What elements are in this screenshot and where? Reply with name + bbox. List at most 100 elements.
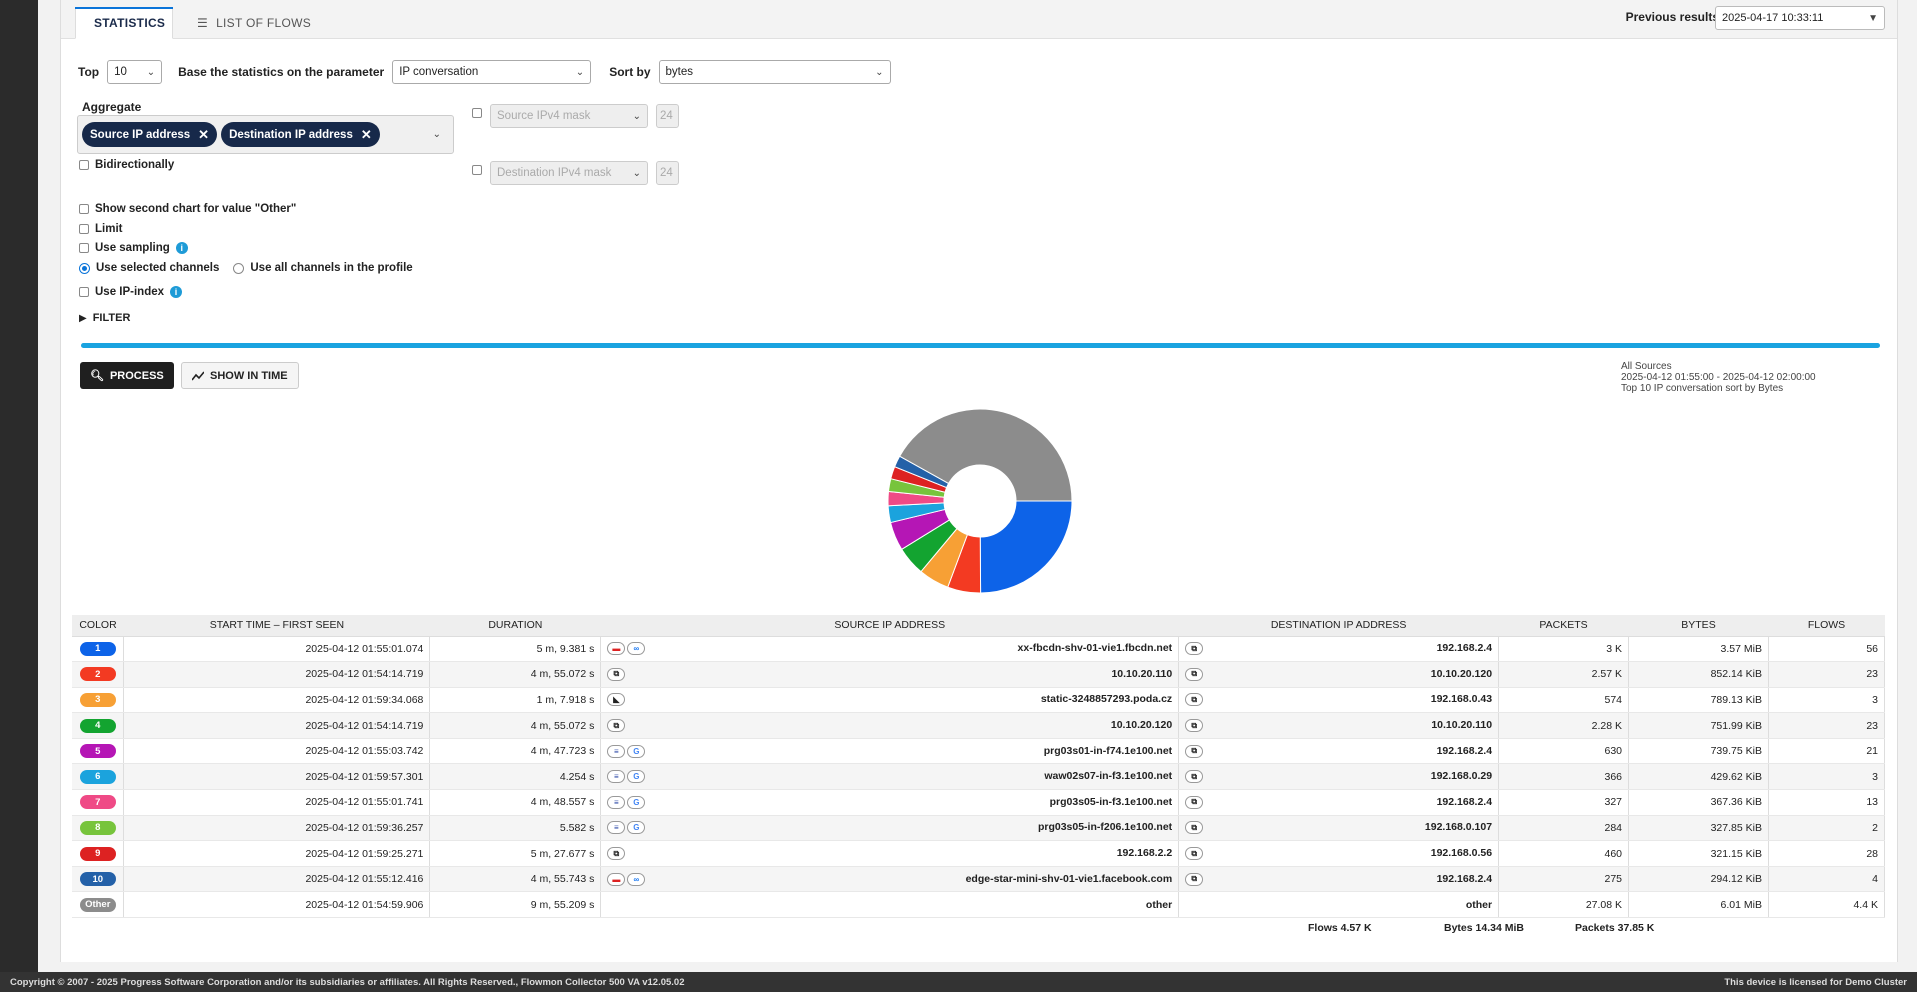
base-parameter-value: IP conversation [399,66,479,78]
flag-us-icon[interactable]: ≡ [607,795,626,809]
local-network-icon[interactable]: ⧉ [1185,872,1204,886]
use-ip-index-checkbox[interactable] [79,287,89,297]
column-header-destination-ip[interactable]: DESTINATION IP ADDRESS [1178,615,1499,637]
source-mask-input[interactable]: 24 [656,104,679,128]
bytes-cell: 429.62 KiB [1628,763,1769,791]
chevron-down-icon: ⌄ [632,110,641,122]
local-network-icon[interactable]: ⧉ [1185,821,1204,835]
close-icon[interactable]: ✕ [361,127,372,143]
destination-mask-select[interactable]: Destination IPv4 mask ⌄ [490,161,648,185]
duration-cell-text: 5 m, 9.381 s [536,642,595,655]
meta-icon[interactable]: ∞ [627,642,646,656]
aggregate-multiselect[interactable]: Source IP address ✕ Destination IP addres… [77,115,454,154]
local-network-icon[interactable]: ⧉ [1185,667,1204,681]
top-select[interactable]: 10 ⌄ [107,60,163,84]
start-time-cell: 2025-04-12 01:54:14.719 [123,712,431,739]
source-mask-row: Source IPv4 mask ⌄ 24 [472,104,679,128]
table-row[interactable]: 10 2025-04-12 01:55:12.416 4 m, 55.743 s ▬ ∞… [72,866,1886,893]
flag-at-icon[interactable]: ▬ [607,642,626,656]
chart-info-description: Top 10 IP conversation sort by Bytes [1621,383,1784,394]
color-cell: 3 [72,687,125,714]
source-mask-select[interactable]: Source IPv4 mask ⌄ [490,104,648,128]
row-color-badge: 7 [79,795,116,810]
column-header-bytes[interactable]: BYTES [1628,615,1769,637]
column-header-flows[interactable]: FLOWS [1768,615,1885,637]
start-time-cell: 2025-04-12 01:55:01.741 [123,789,431,816]
bidirectional-checkbox[interactable] [79,160,89,170]
flows-cell-text: 56 [1866,642,1878,655]
filter-toggle[interactable]: ▶ FILTER [79,312,130,324]
flag-at-icon[interactable]: ▬ [607,872,626,886]
local-network-icon[interactable]: ⧉ [1185,795,1204,809]
table-row[interactable]: 7 2025-04-12 01:55:01.741 4 m, 48.557 s ≡ Gp… [72,789,1886,816]
google-icon[interactable]: G [627,795,646,809]
destination-ip-cell-text: 192.168.2.4 [1436,872,1493,885]
start-time-cell-text: 2025-04-12 01:59:34.068 [305,693,424,706]
local-network-icon[interactable]: ⧉ [1185,770,1204,784]
column-header-packets[interactable]: PACKETS [1498,615,1629,637]
local-network-icon[interactable]: ⧉ [1185,642,1204,656]
source-mask-value: 24 [660,110,673,122]
flag-us-icon[interactable]: ≡ [607,744,626,758]
start-time-cell: 2025-04-12 01:55:01.074 [123,636,431,663]
packets-cell-text: 2.57 K [1591,668,1623,681]
column-header-start-time[interactable]: START TIME – FIRST SEEN [123,615,430,637]
tab-list-of-flows[interactable]: ☰ LIST OF FLOWS [187,7,321,39]
show-second-chart-checkbox[interactable] [79,204,89,214]
column-header-color[interactable]: COLOR [72,615,124,637]
tab-statistics[interactable]: STATISTICS [75,7,173,39]
flag-cz-icon[interactable]: ◣ [607,693,626,707]
google-icon[interactable]: G [627,744,646,758]
local-network-icon[interactable]: ⧉ [1185,719,1204,733]
previous-results-select[interactable]: 2025-04-17 10:33:11 ▼ [1715,6,1885,30]
table-row[interactable]: 9 2025-04-12 01:59:25.271 5 m, 27.677 s ⧉ 19… [72,840,1886,867]
table-row[interactable]: 5 2025-04-12 01:55:03.742 4 m, 47.723 s ≡ Gp… [72,738,1886,765]
use-sampling-label: Use sampling [95,242,170,254]
use-all-channels-radio[interactable] [233,262,245,274]
source-mask-checkbox[interactable] [472,108,482,118]
table-row[interactable]: 4 2025-04-12 01:54:14.719 4 m, 55.072 s ⧉ 10… [72,712,1886,739]
color-cell: Other [72,891,125,919]
row-color-badge: 8 [79,820,116,835]
process-button[interactable]: 🔍︎ PROCESS [80,362,174,389]
local-network-icon[interactable]: ⧉ [1185,847,1204,861]
table-row[interactable]: 6 2025-04-12 01:59:57.301 4.254 s ≡ Gwaw02s0… [72,763,1886,791]
duration-cell-text: 1 m, 7.918 s [536,693,595,706]
use-sampling-row: Use sampling i [79,242,188,254]
table-row[interactable]: 8 2025-04-12 01:59:36.257 5.582 s ≡ Gprg03s0… [72,815,1886,842]
table-row[interactable]: 1 2025-04-12 01:55:01.074 5 m, 9.381 s ▬ ∞ xx… [72,636,1886,663]
local-network-icon[interactable]: ⧉ [1185,693,1204,707]
base-parameter-select[interactable]: IP conversation ⌄ [392,60,592,84]
close-icon[interactable]: ✕ [198,127,209,143]
aggregate-chip[interactable]: Source IP address ✕ [82,122,218,147]
aggregate-chip[interactable]: Destination IP address ✕ [221,122,380,147]
column-header-source-ip[interactable]: SOURCE IP ADDRESS [600,615,1179,637]
meta-icon[interactable]: ∞ [627,872,646,886]
local-network-icon[interactable]: ⧉ [607,847,626,861]
sort-by-select[interactable]: bytes ⌄ [658,60,891,84]
table-row[interactable]: Other 2025-04-12 01:54:59.906 9 m, 55.209 … [72,891,1886,919]
info-icon[interactable]: i [175,242,188,254]
destination-mask-input[interactable]: 24 [656,161,679,185]
flows-cell-text: 3 [1872,770,1878,783]
use-selected-channels-radio[interactable] [79,262,90,274]
duration-cell-text: 9 m, 55.209 s [530,898,595,911]
google-icon[interactable]: G [627,821,646,835]
use-sampling-checkbox[interactable] [79,243,89,253]
show-in-time-button[interactable]: SHOW IN TIME [181,362,299,389]
local-network-icon[interactable]: ⧉ [607,667,626,681]
column-header-duration[interactable]: DURATION [429,615,601,637]
start-time-cell-text: 2025-04-12 01:59:25.271 [305,847,424,860]
table-row[interactable]: 2 2025-04-12 01:54:14.719 4 m, 55.072 s ⧉ 10… [72,661,1886,688]
flag-us-icon[interactable]: ≡ [607,770,626,784]
limit-checkbox[interactable] [79,224,89,234]
flag-us-icon[interactable]: ≡ [607,821,626,835]
table-row[interactable]: 3 2025-04-12 01:59:34.068 1 m, 7.918 s ◣ sta… [72,687,1886,714]
local-network-icon[interactable]: ⧉ [607,719,626,733]
destination-mask-checkbox[interactable] [472,165,482,175]
destination-ip-cell: ⧉ 192.168.0.29 [1178,763,1500,791]
info-icon[interactable]: i [170,286,183,298]
local-network-icon[interactable]: ⧉ [1185,744,1204,758]
google-icon[interactable]: G [627,770,646,784]
pie-slice-1[interactable] [979,500,1073,594]
